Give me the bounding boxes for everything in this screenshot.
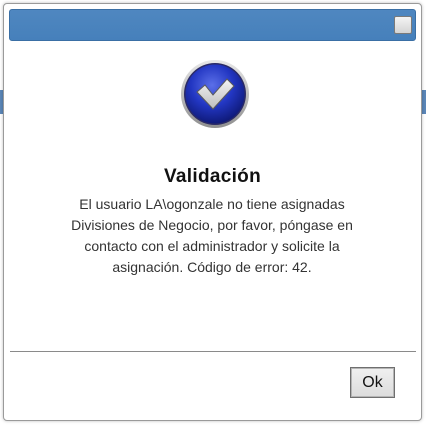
ok-button[interactable]: Ok: [350, 367, 395, 398]
check-shield-icon: [180, 59, 250, 129]
background-strip-right: [422, 90, 426, 114]
dialog-title-bar[interactable]: [9, 9, 416, 41]
footer-divider: [10, 351, 416, 352]
dialog-title: Validación: [164, 166, 261, 187]
close-box-icon[interactable]: [394, 16, 412, 34]
validation-dialog: Validación El usuario LA\ogonzale no tie…: [3, 3, 422, 421]
dialog-message: El usuario LA\ogonzale no tiene asignada…: [71, 196, 353, 275]
